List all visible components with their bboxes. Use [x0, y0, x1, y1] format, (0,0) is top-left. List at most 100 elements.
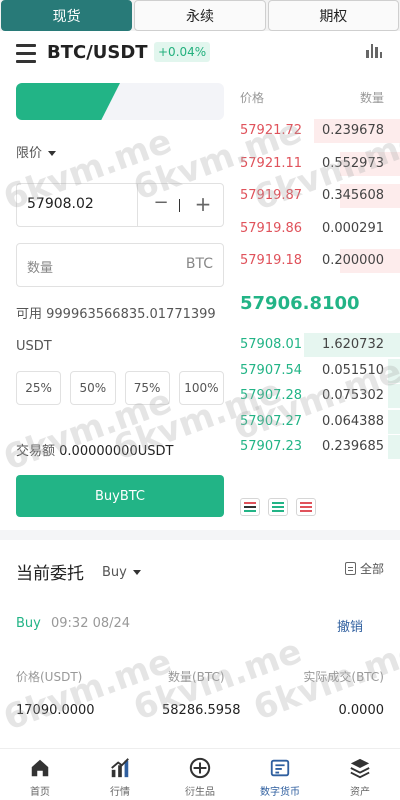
- order-time: 09:32 08/24: [51, 616, 131, 631]
- nav-assets[interactable]: 资产: [320, 749, 400, 800]
- all-orders-label: 全部: [359, 562, 384, 576]
- nav-home-label: 首页: [30, 787, 50, 798]
- orderbook-view-selector: [240, 498, 316, 516]
- ask-price: 57919.86: [240, 220, 303, 236]
- bid-row[interactable]: 57907.54 0.051510: [240, 358, 400, 383]
- bid-qty: 0.239685: [321, 439, 384, 454]
- price-change-badge: +0.04%: [154, 42, 211, 62]
- order-filled-header: 实际成交(BTC): [303, 670, 384, 684]
- ask-price: 57919.18: [240, 253, 303, 268]
- market-type-tabs: 现货 永续 期权: [0, 0, 400, 31]
- ask-qty: 0.200000: [321, 253, 384, 268]
- last-price: 57906.8100: [240, 293, 360, 314]
- depth-bar: [388, 384, 400, 408]
- trade-header: BTC/USDT +0.04%: [0, 36, 400, 76]
- price-value[interactable]: 57908.02: [27, 196, 94, 212]
- orderbook-view-asks-icon[interactable]: [296, 498, 316, 516]
- ask-price: 57921.11: [240, 155, 303, 171]
- market-chart-icon: [111, 758, 129, 778]
- depth-bar: [388, 409, 400, 434]
- nav-home[interactable]: 首页: [0, 749, 80, 800]
- bid-row[interactable]: 57907.27 0.064388: [240, 409, 400, 434]
- buy-tab[interactable]: [16, 83, 120, 120]
- pct-50-button[interactable]: 50%: [70, 371, 116, 405]
- percent-selector: 25% 50% 75% 100%: [16, 371, 224, 405]
- order-price-header: 价格(USDT): [16, 670, 83, 684]
- tab-perpetual[interactable]: 永续: [134, 0, 266, 31]
- home-icon: [31, 759, 49, 777]
- order-type-label: 限价: [16, 146, 43, 161]
- ask-qty: 0.239678: [321, 123, 384, 138]
- section-divider: [0, 530, 400, 540]
- document-icon: [344, 562, 356, 575]
- nav-derivatives-label: 衍生品: [185, 787, 215, 798]
- bid-qty: 1.620732: [321, 337, 384, 352]
- depth-bar: [388, 358, 400, 383]
- order-side: Buy: [16, 616, 41, 631]
- price-increment-button[interactable]: +: [193, 192, 213, 216]
- orderbook-view-bids-icon[interactable]: [268, 498, 288, 516]
- cancel-order-button[interactable]: 撤销: [337, 616, 363, 635]
- hamburger-menu-icon[interactable]: [16, 44, 36, 64]
- bar-chart-icon[interactable]: [366, 42, 382, 58]
- chevron-down-icon: [132, 570, 141, 575]
- bid-row[interactable]: 57908.01 1.620732: [240, 333, 400, 357]
- trade-amount-value: 0.00000000USDT: [59, 444, 174, 459]
- order-type-select[interactable]: 限价: [16, 142, 57, 161]
- bid-row[interactable]: 57907.28 0.075302: [240, 384, 400, 408]
- ask-price: 57919.87: [240, 188, 303, 203]
- price-decrement-button[interactable]: −: [151, 192, 171, 216]
- crypto-trade-icon: [270, 759, 290, 777]
- orderbook-price-header: 价格: [240, 91, 265, 105]
- bid-qty: 0.051510: [321, 362, 384, 378]
- bid-price: 57908.01: [240, 337, 303, 352]
- quantity-placeholder: 数量: [27, 261, 54, 276]
- price-input[interactable]: 57908.02 − +: [16, 183, 224, 227]
- text-cursor: [179, 199, 180, 212]
- pct-75-button[interactable]: 75%: [124, 371, 170, 405]
- ask-qty: 0.552973: [321, 155, 384, 171]
- ask-row[interactable]: 57921.72 0.239678: [240, 119, 400, 143]
- divider: [137, 184, 138, 226]
- quantity-unit: BTC: [185, 256, 213, 272]
- order-qty-header: 数量(BTC): [168, 670, 225, 684]
- bid-price: 57907.28: [240, 388, 303, 403]
- current-orders-title: 当前委托: [16, 564, 84, 584]
- orders-filter-label: Buy: [102, 565, 127, 580]
- derivatives-icon: [189, 757, 211, 779]
- buy-sell-toggle: [16, 83, 224, 120]
- nav-crypto[interactable]: 数字货币: [240, 749, 320, 800]
- sell-tab[interactable]: [126, 83, 224, 120]
- depth-bar: [388, 435, 400, 459]
- watermark: 6kvm.me: [0, 641, 177, 739]
- bid-qty: 0.075302: [321, 388, 384, 403]
- assets-layers-icon: [350, 758, 370, 779]
- ask-row[interactable]: 57919.87 0.345608: [240, 184, 400, 208]
- pct-100-button[interactable]: 100%: [178, 371, 224, 405]
- nav-market[interactable]: 行情: [80, 749, 160, 800]
- order-price: 17090.0000: [16, 703, 95, 718]
- bid-row[interactable]: 57907.23 0.239685: [240, 435, 400, 459]
- orderbook-view-both-icon[interactable]: [240, 498, 260, 516]
- pct-25-button[interactable]: 25%: [16, 371, 62, 405]
- bottom-navigation: 首页 行情 衍生品 数字货币 资产: [0, 748, 400, 800]
- orders-side-filter[interactable]: Buy: [102, 565, 141, 580]
- tab-options[interactable]: 期权: [267, 0, 399, 31]
- ask-qty: 0.345608: [321, 188, 384, 203]
- trade-amount: 交易额 0.00000000USDT: [16, 440, 173, 459]
- nav-assets-label: 资产: [350, 787, 370, 798]
- ask-row[interactable]: 57919.18 0.200000: [240, 249, 400, 273]
- nav-crypto-label: 数字货币: [260, 787, 300, 798]
- ask-row[interactable]: 57921.11 0.552973: [240, 151, 400, 176]
- tab-spot[interactable]: 现货: [1, 0, 133, 31]
- ask-row[interactable]: 57919.86 0.000291: [240, 217, 400, 241]
- ask-price: 57921.72: [240, 123, 303, 138]
- bid-price: 57907.54: [240, 362, 303, 378]
- nav-derivatives[interactable]: 衍生品: [160, 749, 240, 800]
- order-qty: 58286.5958: [162, 703, 241, 718]
- all-orders-link[interactable]: 全部: [344, 560, 384, 577]
- orderbook-qty-header: 数量: [359, 91, 384, 105]
- ask-qty: 0.000291: [321, 220, 384, 236]
- quantity-input[interactable]: 数量 BTC: [16, 243, 224, 287]
- buy-button[interactable]: BuyBTC: [16, 475, 224, 517]
